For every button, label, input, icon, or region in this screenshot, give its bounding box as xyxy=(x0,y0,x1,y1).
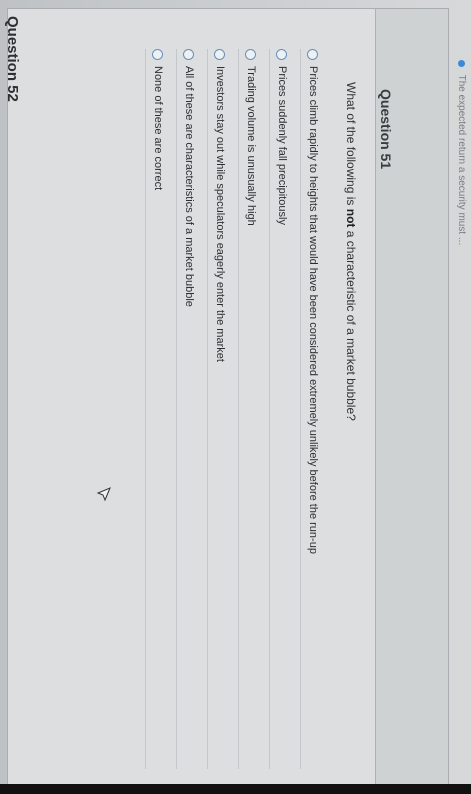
answer-option-label: Prices suddenly fall precipitously xyxy=(276,66,288,225)
quiz-page: The expected return a security must ... … xyxy=(0,0,471,790)
stem-emphasis: not xyxy=(344,208,358,228)
answer-option-label: Trading volume is unusually high xyxy=(245,66,257,226)
bullet-dot-icon xyxy=(458,60,466,67)
stem-prefix: What of the following is xyxy=(344,82,358,209)
radio-button-icon[interactable] xyxy=(183,49,195,60)
answer-option-4[interactable]: Investors stay out while speculators eag… xyxy=(207,49,232,769)
answer-option-3[interactable]: Trading volume is unusually high xyxy=(238,49,263,769)
arrow-cursor-icon xyxy=(96,487,111,502)
answer-option-label: All of these are characteristics of a ma… xyxy=(183,66,195,307)
question-stem: What of the following is not a character… xyxy=(344,82,358,421)
radio-button-icon[interactable] xyxy=(276,49,288,60)
radio-button-icon[interactable] xyxy=(152,49,164,60)
answer-option-5[interactable]: All of these are characteristics of a ma… xyxy=(176,49,201,769)
radio-button-icon[interactable] xyxy=(214,49,226,60)
answer-option-label: Prices climb rapidly to heights that wou… xyxy=(307,66,319,554)
monitor-bezel xyxy=(0,784,471,794)
next-question-title: Question 52 xyxy=(4,16,21,102)
previous-question-fragment: The expected return a security must ... xyxy=(456,60,467,245)
question-header: Question 51 xyxy=(375,9,448,787)
question-title: Question 51 xyxy=(378,89,394,170)
answer-option-6[interactable]: None of these are correct xyxy=(145,49,170,769)
answer-option-1[interactable]: Prices climb rapidly to heights that wou… xyxy=(300,49,325,769)
answer-option-label: None of these are correct xyxy=(152,66,164,191)
question-card: Question 51 What of the following is not… xyxy=(7,8,449,788)
radio-button-icon[interactable] xyxy=(307,49,319,60)
stem-suffix: a characteristic of a market bubble? xyxy=(344,227,358,421)
answer-option-2[interactable]: Prices suddenly fall precipitously xyxy=(269,49,294,769)
answer-option-label: Investors stay out while speculators eag… xyxy=(214,66,226,362)
radio-button-icon[interactable] xyxy=(245,49,257,60)
header-divider xyxy=(375,9,376,787)
previous-question-text: The expected return a security must ... xyxy=(456,74,467,246)
